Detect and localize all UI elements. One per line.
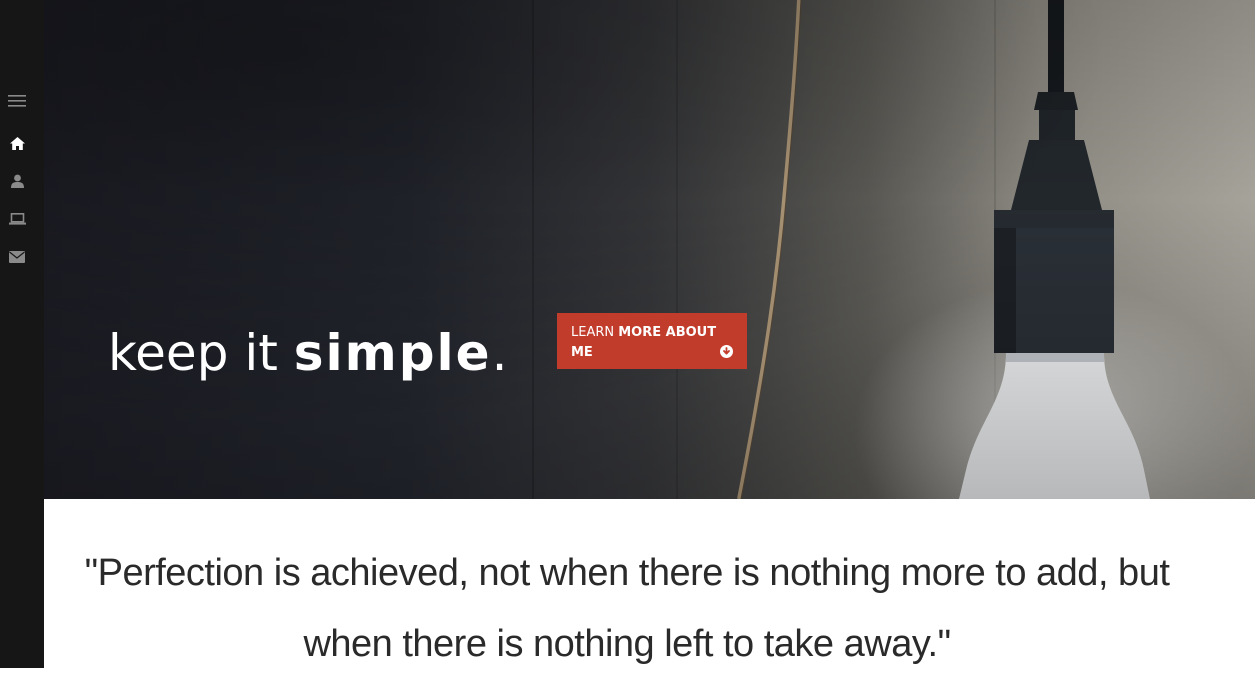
envelope-icon[interactable]	[8, 248, 26, 266]
sidebar-nav	[0, 0, 44, 668]
hero-title-bold: simple	[293, 324, 492, 382]
hero-title: keep it simple.	[108, 318, 507, 388]
hero-title-period: .	[491, 324, 508, 382]
arrow-circle-down-icon	[720, 345, 733, 358]
quote-text: "Perfection is achieved, not when there …	[84, 552, 1170, 665]
hero-banner: keep it simple. LEARN MORE ABOUT ME	[44, 0, 1255, 499]
hero-shade-overlay	[44, 0, 1255, 499]
user-icon[interactable]	[8, 172, 26, 190]
cta-label-light: LEARN	[571, 325, 619, 340]
home-icon[interactable]	[8, 134, 26, 152]
learn-more-button[interactable]: LEARN MORE ABOUT ME	[557, 313, 747, 369]
hero-title-light: keep it	[108, 324, 294, 382]
laptop-icon[interactable]	[8, 210, 26, 228]
menu-icon[interactable]	[8, 92, 26, 110]
